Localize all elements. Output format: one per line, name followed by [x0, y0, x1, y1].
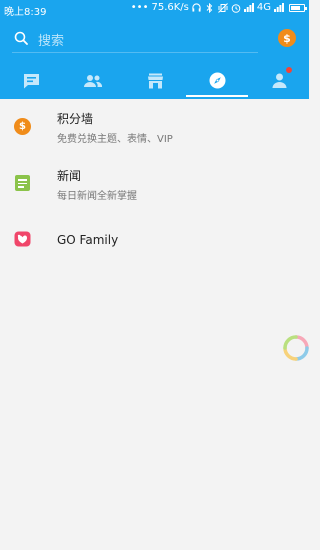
list-item-subtitle: 每日新闻全新掌握 [57, 191, 137, 202]
network-type: 4G [256, 2, 271, 13]
signal-icon-2 [274, 2, 284, 13]
profile-badge-dot [286, 67, 292, 73]
status-icons: ••• 75.6K/s 4G [130, 2, 307, 13]
headphones-icon [192, 2, 202, 13]
list-item-points-wall[interactable]: $ 积分墙 免费兑换主题、表情、VIP [0, 99, 309, 154]
status-dots: ••• [130, 2, 149, 13]
list-item-go-family[interactable]: GO Family [0, 224, 309, 259]
search-icon [14, 31, 28, 45]
tab-store[interactable] [124, 62, 186, 99]
tab-indicator [186, 95, 248, 97]
status-bar: 晚上8:39 ••• 75.6K/s 4G [0, 0, 309, 18]
go-family-icon [14, 231, 32, 249]
points-coin-button[interactable]: $ [278, 29, 296, 47]
list-item-subtitle: 免费兑换主题、表情、VIP [57, 134, 173, 145]
tab-chat[interactable] [0, 62, 62, 99]
tab-discover[interactable] [186, 62, 248, 99]
compass-icon [209, 72, 225, 89]
contacts-icon [84, 74, 103, 87]
app-header: 晚上8:39 ••• 75.6K/s 4G 搜索 $ [0, 0, 309, 99]
vibrate-icon [218, 2, 228, 13]
tab-bar [0, 62, 309, 99]
chat-bubble-icon [23, 73, 39, 88]
coin-icon: $ [14, 118, 32, 136]
loading-spinner-icon[interactable] [283, 335, 309, 361]
person-icon [272, 73, 286, 88]
network-speed: 75.6K/s [151, 2, 189, 13]
battery-icon [289, 3, 307, 12]
search-bar[interactable]: 搜索 [12, 25, 258, 53]
bluetooth-icon [205, 2, 215, 13]
signal-icon [243, 2, 254, 13]
alarm-icon [231, 2, 241, 13]
list-item-title: GO Family [57, 233, 119, 247]
list-item-title: 新闻 [57, 169, 82, 183]
list-item-news[interactable]: 新闻 每日新闻全新掌握 [0, 159, 309, 214]
tab-contacts[interactable] [62, 62, 124, 99]
list-item-title: 积分墙 [57, 112, 94, 126]
tab-profile[interactable] [248, 62, 310, 99]
status-time: 晚上8:39 [4, 7, 47, 18]
store-icon [147, 73, 163, 88]
news-icon [14, 175, 32, 193]
search-input[interactable]: 搜索 [38, 30, 64, 49]
